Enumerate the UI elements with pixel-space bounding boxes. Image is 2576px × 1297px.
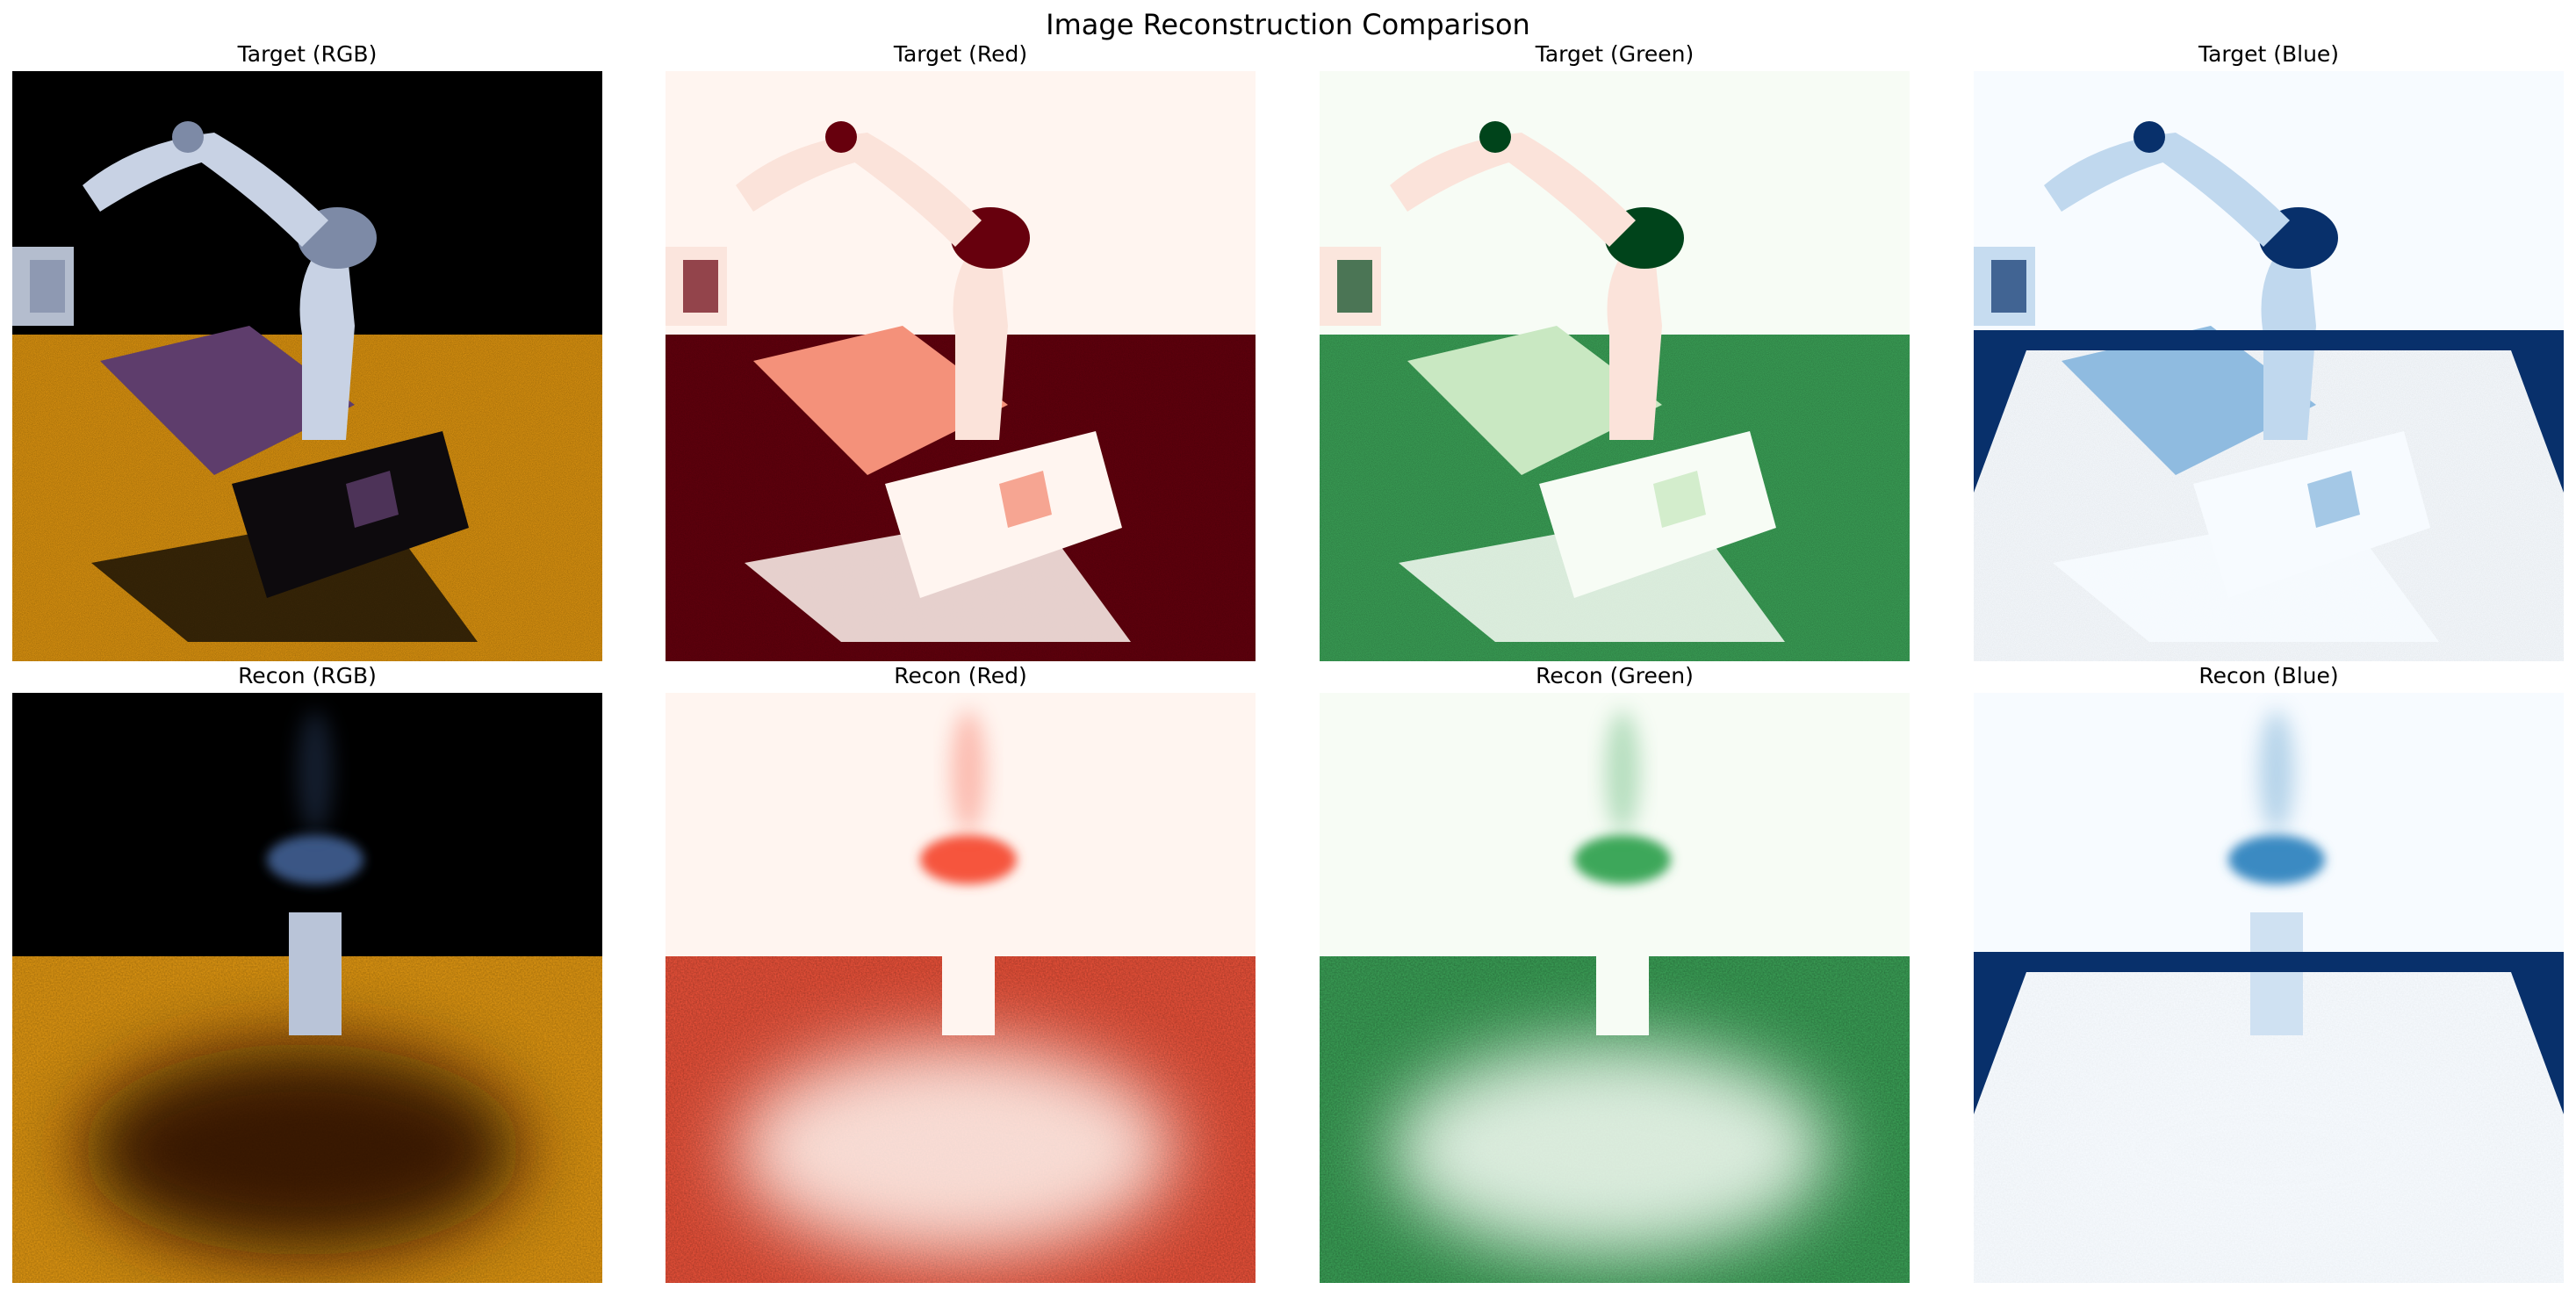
panel-title-target-green: Target (Green): [1535, 41, 1695, 67]
image-target-blue: [1974, 71, 2564, 661]
image-target-red: [666, 71, 1256, 661]
panel-title-recon-blue: Recon (Blue): [2198, 663, 2339, 688]
image-recon-green: [1320, 693, 1910, 1283]
panel-title-target-red: Target (Red): [893, 41, 1028, 67]
image-recon-blue: [1974, 693, 2564, 1283]
image-recon-red: [666, 693, 1256, 1283]
panel-title-recon-rgb: Recon (RGB): [238, 663, 377, 688]
image-target-green: [1320, 71, 1910, 661]
figure-title: Image Reconstruction Comparison: [1046, 8, 1530, 41]
image-recon-rgb: [12, 693, 602, 1283]
image-target-rgb: [12, 71, 602, 661]
panel-title-target-blue: Target (Blue): [2198, 41, 2340, 67]
panel-title-recon-green: Recon (Green): [1536, 663, 1694, 688]
panel-title-recon-red: Recon (Red): [894, 663, 1027, 688]
panel-title-target-rgb: Target (RGB): [237, 41, 378, 67]
